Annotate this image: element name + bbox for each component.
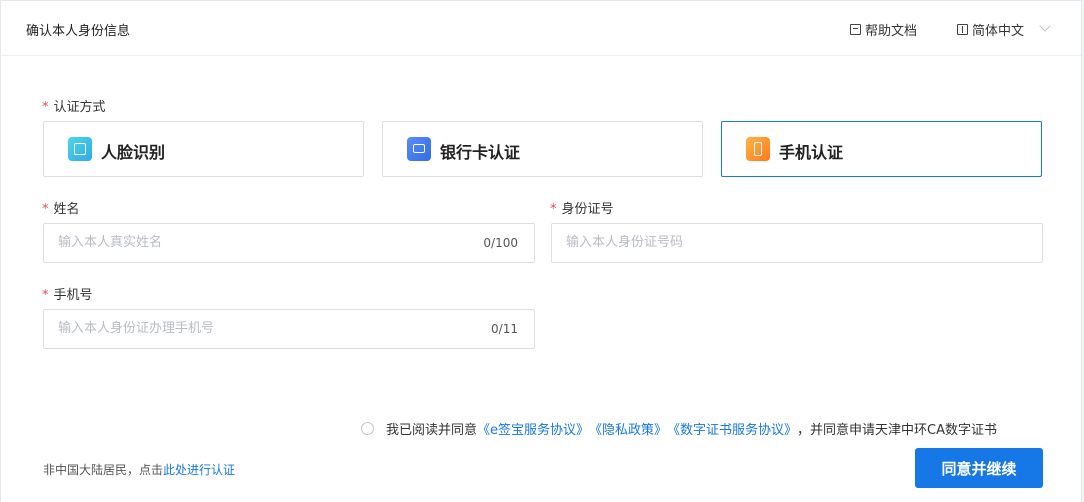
phone-label: * 手机号 bbox=[42, 284, 93, 303]
identity-panel: 确认本人身份信息 帮助文档 简体中文 * 认证方式 人脸识别 银行卡认证 手机认证… bbox=[0, 0, 1082, 502]
agreement-row: 我已阅读并同意 《e签宝服务协议》 《隐私政策》 《数字证书服务协议》 ，并同意… bbox=[361, 419, 997, 438]
privacy-policy-link[interactable]: 《隐私政策》 bbox=[589, 419, 667, 438]
non-mainland-text: 非中国大陆居民，点击 bbox=[43, 463, 164, 477]
id-number-input[interactable] bbox=[564, 234, 968, 251]
id-number-label: * 身份证号 bbox=[550, 198, 614, 217]
agreement-radio[interactable] bbox=[361, 422, 374, 435]
id-number-label-text: 身份证号 bbox=[561, 202, 614, 217]
auth-option-bank-card[interactable]: 银行卡认证 bbox=[382, 121, 703, 177]
language-icon bbox=[957, 24, 968, 35]
page-title: 确认本人身份信息 bbox=[26, 24, 131, 39]
phone-icon bbox=[746, 137, 770, 161]
non-mainland-note: 非中国大陆居民，点击此处进行认证 bbox=[43, 461, 235, 478]
bank-card-icon bbox=[407, 137, 431, 161]
non-mainland-auth-link[interactable]: 此处进行认证 bbox=[163, 463, 235, 477]
name-field[interactable]: 0/100 bbox=[43, 223, 535, 263]
header-bar: 确认本人身份信息 帮助文档 简体中文 bbox=[1, 1, 1081, 56]
name-input[interactable] bbox=[56, 234, 460, 251]
name-label-text: 姓名 bbox=[53, 202, 80, 217]
language-select[interactable]: 简体中文 bbox=[957, 20, 1024, 39]
auth-method-label: * 认证方式 bbox=[42, 96, 106, 115]
required-mark: * bbox=[42, 202, 49, 217]
phone-counter: 0/11 bbox=[491, 322, 518, 336]
name-label: * 姓名 bbox=[42, 198, 80, 217]
help-docs-label: 帮助文档 bbox=[865, 24, 918, 39]
phone-input[interactable] bbox=[56, 320, 460, 337]
document-icon bbox=[850, 24, 861, 35]
auth-option-label: 手机认证 bbox=[779, 143, 844, 162]
phone-field[interactable]: 0/11 bbox=[43, 309, 535, 349]
certificate-agreement-link[interactable]: 《数字证书服务协议》 bbox=[667, 419, 797, 438]
required-mark: * bbox=[550, 202, 557, 217]
auth-method-text: 认证方式 bbox=[53, 100, 106, 115]
name-counter: 0/100 bbox=[483, 236, 518, 250]
e-sign-agreement-link[interactable]: 《e签宝服务协议》 bbox=[477, 419, 589, 438]
auth-option-face[interactable]: 人脸识别 bbox=[43, 121, 364, 177]
chevron-down-icon[interactable] bbox=[1039, 20, 1051, 32]
auth-option-label: 银行卡认证 bbox=[440, 143, 521, 162]
auth-option-label: 人脸识别 bbox=[101, 143, 166, 162]
language-label: 简体中文 bbox=[972, 24, 1025, 39]
agreement-suffix: ，并同意申请天津中环CA数字证书 bbox=[797, 423, 998, 438]
phone-label-text: 手机号 bbox=[53, 288, 93, 303]
auth-option-phone[interactable]: 手机认证 bbox=[721, 121, 1042, 177]
face-scan-icon bbox=[68, 137, 92, 161]
required-mark: * bbox=[42, 100, 49, 115]
help-docs-link[interactable]: 帮助文档 bbox=[850, 20, 917, 39]
required-mark: * bbox=[42, 288, 49, 303]
id-number-field[interactable] bbox=[551, 223, 1043, 263]
agreement-prefix: 我已阅读并同意 bbox=[386, 423, 478, 438]
agree-continue-button[interactable]: 同意并继续 bbox=[915, 448, 1043, 488]
